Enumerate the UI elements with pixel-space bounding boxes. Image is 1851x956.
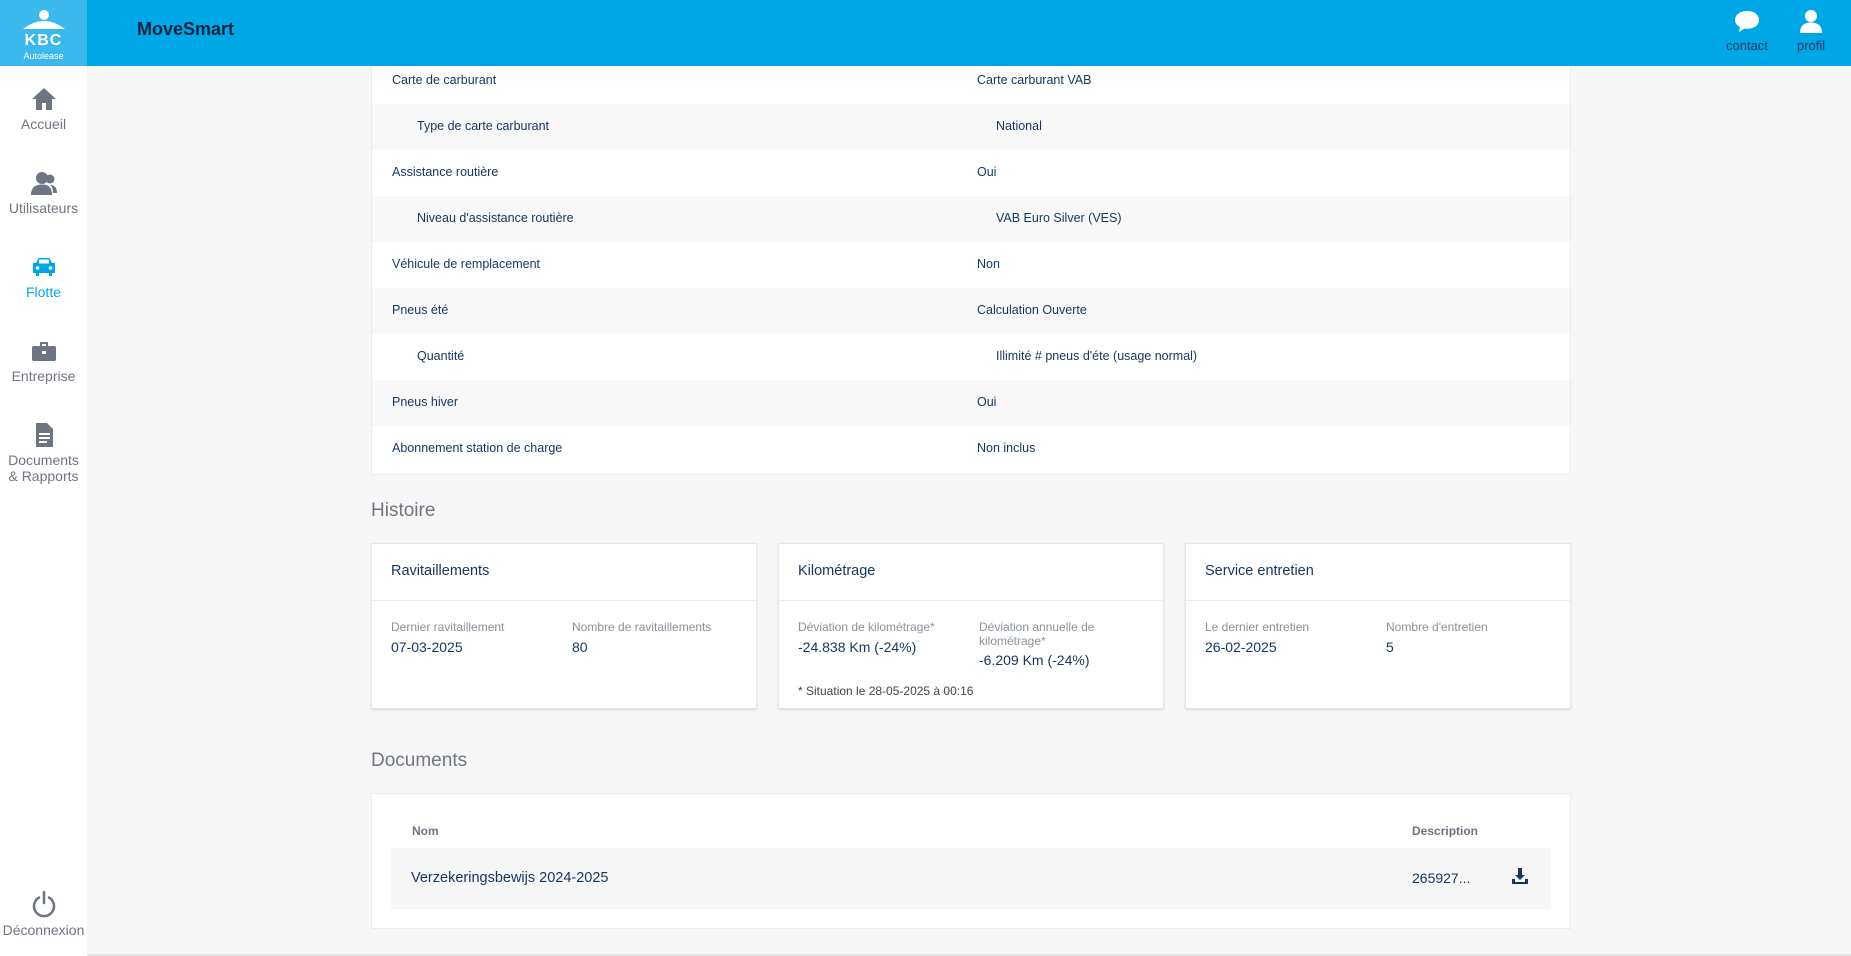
stat-value: -6.209 Km (-24%) [979,652,1090,668]
detail-value: Carte carburant VAB [977,73,1092,87]
users-icon [30,172,57,195]
sidebar-item-label: Documents & Rapports [8,452,79,484]
detail-key: Véhicule de remplacement [392,257,540,271]
detail-key: Type de carte carburant [417,119,550,133]
car-icon [32,258,55,276]
sidebar: Accueil Utilisateurs Flotte Entreprise D… [0,66,87,956]
sidebar-item-documents-rapports[interactable]: Documents & Rapports [0,422,87,484]
detail-value: VAB Euro Silver (VES) [996,211,1122,225]
detail-value: Oui [977,395,997,409]
top-header: KBC Autolease MoveSmart contact profil [0,0,1851,66]
detail-row: Pneus été Calculation Ouverte [372,288,1570,334]
chat-bubble-icon [1734,11,1759,32]
user-icon [1800,10,1823,33]
detail-value: Oui [977,165,997,179]
detail-value: Non inclus [977,441,1036,455]
vehicle-options-card: Carte de carburant Carte carburant VAB T… [371,66,1571,475]
sidebar-item-accueil[interactable]: Accueil [0,86,87,132]
documents-table: Nom Description Verzekeringsbewijs 2024-… [371,793,1571,929]
detail-row: Pneus hiver Oui [372,380,1570,426]
kbc-logo-icon [22,10,65,29]
document-name: Verzekeringsbewijs 2024-2025 [411,870,609,886]
stat-value: 80 [572,639,588,655]
table-row[interactable]: Verzekeringsbewijs 2024-2025 265927... [391,848,1551,909]
maintenance-card: Service entretien Le dernier entretien 2… [1185,543,1571,709]
card-title: Kilométrage [798,563,876,579]
stat-label: Déviation annuelle de kilométrage* [979,620,1095,648]
logout-button[interactable]: Déconnexion [0,890,87,938]
sidebar-item-label: Utilisateurs [8,200,79,216]
detail-key: Abonnement station de charge [392,441,563,455]
detail-row: Abonnement station de charge Non inclus [372,426,1570,472]
logo-text: KBC [24,32,63,49]
detail-value: Illimité # pneus d'éte (usage normal) [996,349,1198,363]
history-section-title: Histoire [371,500,436,521]
refueling-card: Ravitaillements Dernier ravitaillement 0… [371,543,757,709]
sidebar-item-entreprise[interactable]: Entreprise [0,338,87,384]
detail-key: Niveau d'assistance routière [417,211,574,225]
detail-row: Type de carte carburant National [372,104,1570,150]
stat-label: Le dernier entretien [1205,620,1310,634]
app-title: MoveSmart [137,19,235,39]
contact-button[interactable]: contact [1726,8,1768,53]
sidebar-item-label: Accueil [20,116,67,132]
mileage-note: * Situation le 28-05-2025 à 00:16 [798,684,974,698]
divider [779,600,1163,601]
briefcase-icon [31,342,56,361]
download-icon [1512,868,1528,884]
logo-subtitle: Autolease [23,51,64,61]
card-title: Ravitaillements [391,563,490,579]
column-header-name: Nom [412,824,439,838]
card-title: Service entretien [1205,563,1314,579]
stat-value: 26-02-2025 [1205,639,1277,655]
stat-label: Nombre d'entretien [1386,620,1488,634]
profile-label: profil [1797,38,1826,53]
detail-key: Carte de carburant [392,73,497,87]
divider [1186,600,1570,601]
stat-label: Dernier ravitaillement [391,620,505,634]
sidebar-item-flotte[interactable]: Flotte [0,254,87,300]
profile-button[interactable]: profil [1797,8,1825,53]
power-icon [32,890,55,918]
detail-row: Carte de carburant Carte carburant VAB [372,58,1570,104]
detail-value: National [996,119,1042,133]
detail-value: Calculation Ouverte [977,303,1087,317]
detail-key: Pneus hiver [392,395,459,409]
contact-label: contact [1726,38,1768,53]
detail-row: Niveau d'assistance routière VAB Euro Si… [372,196,1570,242]
document-description: 265927... [1412,870,1471,886]
mileage-card: Kilométrage Déviation de kilométrage* -2… [778,543,1164,709]
detail-value: Non [977,257,1000,271]
detail-row: Quantité Illimité # pneus d'éte (usage n… [372,334,1570,380]
column-header-description: Description [1412,824,1479,838]
stat-value: 07-03-2025 [391,639,463,655]
logout-label: Déconnexion [2,922,85,938]
detail-key: Pneus été [392,303,449,317]
detail-key: Quantité [417,349,465,363]
documents-section-title: Documents [371,750,468,771]
detail-row: Véhicule de remplacement Non [372,242,1570,288]
home-icon [31,88,56,110]
detail-key: Assistance routière [392,165,499,179]
stat-label: Déviation de kilométrage* [798,620,935,634]
detail-row: Assistance routière Oui [372,150,1570,196]
stat-value: -24.838 Km (-24%) [798,639,917,655]
document-icon [35,423,53,447]
stat-label: Nombre de ravitaillements [572,620,712,634]
sidebar-item-utilisateurs[interactable]: Utilisateurs [0,170,87,216]
stat-value: 5 [1386,639,1394,655]
sidebar-item-label: Entreprise [11,368,76,384]
divider [372,600,756,601]
kbc-logo[interactable]: KBC Autolease [0,0,87,66]
download-button[interactable] [1511,867,1529,890]
sidebar-item-label: Flotte [25,284,61,300]
